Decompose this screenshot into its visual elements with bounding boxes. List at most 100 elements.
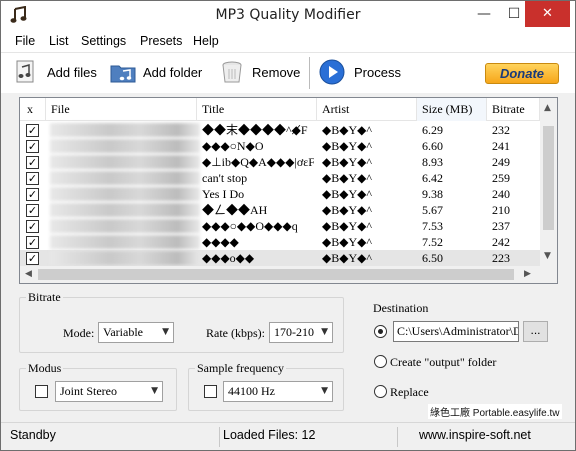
table-row[interactable]: ✓ ◆◆◆◆ ◆B◆Y◆^ 7.52 242 <box>20 234 540 250</box>
row-checkbox[interactable]: ✓ <box>26 124 39 137</box>
cell-title: can't stop <box>202 171 248 185</box>
cell-size: 8.93 <box>422 155 443 169</box>
column-header-check[interactable]: x <box>20 98 46 121</box>
status-loaded-files: Loaded Files: 12 <box>223 428 316 442</box>
sample-frequency-select[interactable]: 44100 Hz ▼ <box>223 381 333 402</box>
cell-artist: ◆B◆Y◆^ <box>322 203 372 217</box>
cell-artist: ◆B◆Y◆^ <box>322 187 372 201</box>
scroll-up-icon[interactable]: ▲ <box>544 103 551 113</box>
cell-artist: ◆B◆Y◆^ <box>322 171 372 185</box>
cell-artist: ◆B◆Y◆^ <box>322 123 372 137</box>
sample-frequency-checkbox[interactable] <box>204 385 217 398</box>
process-button[interactable]: Process <box>319 59 401 87</box>
table-row[interactable]: ✓ ◆◆◆○◆◆O◆◆◆q ◆B◆Y◆^ 7.53 237 <box>20 218 540 234</box>
chevron-down-icon: ▼ <box>151 386 158 396</box>
cell-size: 9.38 <box>422 187 443 201</box>
mode-value: Variable <box>103 325 143 339</box>
menu-help[interactable]: Help <box>193 34 219 48</box>
bitrate-legend: Bitrate <box>26 290 63 305</box>
table-row[interactable]: ✓ ◆◆末◆◆◆◆^◆̸F ◆B◆Y◆^ 6.29 232 <box>20 122 540 138</box>
replace-radio[interactable] <box>374 385 387 398</box>
destination-path-radio[interactable] <box>374 325 387 338</box>
file-name-redacted <box>50 171 200 185</box>
file-name-redacted <box>50 187 200 201</box>
sample-frequency-value: 44100 Hz <box>228 384 275 398</box>
row-checkbox[interactable]: ✓ <box>26 172 39 185</box>
row-checkbox[interactable]: ✓ <box>26 204 39 217</box>
remove-button[interactable]: Remove <box>219 59 301 87</box>
modus-select[interactable]: Joint Stereo ▼ <box>55 381 163 402</box>
column-header-artist[interactable]: Artist <box>317 98 417 121</box>
website-link[interactable]: www.inspire-soft.net <box>419 428 531 442</box>
cell-size: 6.29 <box>422 123 443 137</box>
cell-artist: ◆B◆Y◆^ <box>322 139 372 153</box>
add-folder-button[interactable]: Add folder <box>110 59 208 87</box>
column-header-file[interactable]: File <box>46 98 197 121</box>
file-name-redacted <box>50 203 200 217</box>
menu-file[interactable]: File <box>15 34 35 48</box>
file-name-redacted <box>50 219 200 233</box>
menu-list[interactable]: List <box>49 34 68 48</box>
table-row[interactable]: ✓ ◆ㄥ◆◆AH ◆B◆Y◆^ 5.67 210 <box>20 202 540 218</box>
status-divider <box>397 427 398 447</box>
table-row[interactable]: ✓ ◆◆◆○N◆O ◆B◆Y◆^ 6.60 241 <box>20 138 540 154</box>
cell-bitrate: 240 <box>492 187 510 201</box>
cell-artist: ◆B◆Y◆^ <box>322 155 372 169</box>
cell-title: ◆ㄥ◆◆AH <box>202 203 268 217</box>
menu-settings[interactable]: Settings <box>81 34 126 48</box>
scroll-right-icon[interactable]: ▶ <box>524 269 531 279</box>
toolbar-separator <box>309 57 310 89</box>
cell-title: ◆◆◆○N◆O <box>202 139 264 153</box>
table-row[interactable]: ✓ can't stop ◆B◆Y◆^ 6.42 259 <box>20 170 540 186</box>
mode-select[interactable]: Variable ▼ <box>98 322 174 343</box>
cell-artist: ◆B◆Y◆^ <box>322 235 372 249</box>
horizontal-scrollbar[interactable]: ◀ ▶ <box>20 266 557 283</box>
scroll-down-icon[interactable]: ▼ <box>544 251 551 261</box>
table-row[interactable]: ✓ ◆◆◆o◆◆ ◆B◆Y◆^ 6.50 223 <box>20 250 540 266</box>
row-checkbox[interactable]: ✓ <box>26 220 39 233</box>
cell-bitrate: 210 <box>492 203 510 217</box>
cell-title: ◆◆◆◆ <box>202 235 239 249</box>
horizontal-scroll-thumb[interactable] <box>38 269 514 280</box>
destination-path-field[interactable]: C:\Users\Administrator\D <box>393 321 519 342</box>
file-list[interactable]: x File Title Artist Size (MB) Bitrate ✓ … <box>19 97 558 284</box>
create-output-radio[interactable] <box>374 355 387 368</box>
column-header-size[interactable]: Size (MB) <box>417 98 487 121</box>
browse-button[interactable]: ... <box>523 321 548 342</box>
menu-bar: File List Settings Presets Help <box>1 31 575 53</box>
add-files-icon <box>16 60 34 83</box>
menu-presets[interactable]: Presets <box>140 34 182 48</box>
rate-select[interactable]: 170-210 ▼ <box>269 322 333 343</box>
remove-label: Remove <box>252 65 301 80</box>
donate-button[interactable]: Donate <box>485 63 559 84</box>
row-checkbox[interactable]: ✓ <box>26 188 39 201</box>
column-header-bitrate[interactable]: Bitrate <box>487 98 540 121</box>
cell-artist: ◆B◆Y◆^ <box>322 219 372 233</box>
scroll-left-icon[interactable]: ◀ <box>25 269 32 279</box>
destination-legend: Destination <box>371 301 431 316</box>
close-button[interactable]: ✕ <box>525 1 570 27</box>
rate-label: Rate (kbps): <box>206 326 265 340</box>
add-files-button[interactable]: Add files <box>13 59 99 87</box>
modus-checkbox[interactable] <box>35 385 48 398</box>
modus-value: Joint Stereo <box>60 384 117 398</box>
watermark-text: 綠色工廠 Portable.easylife.tw <box>428 404 562 419</box>
create-output-label: Create "output" folder <box>390 355 497 369</box>
minimize-button[interactable]: — <box>469 1 499 27</box>
row-checkbox[interactable]: ✓ <box>26 156 39 169</box>
row-checkbox[interactable]: ✓ <box>26 140 39 153</box>
cell-size: 6.60 <box>422 139 443 153</box>
vertical-scrollbar[interactable]: ▲ ▼ <box>540 98 557 266</box>
table-row[interactable]: ✓ Yes I Do ◆B◆Y◆^ 9.38 240 <box>20 186 540 202</box>
table-row[interactable]: ✓ ◆⊥ib◆Q◆A◆◆◆|ơɛF ◆B◆Y◆^ 8.93 249 <box>20 154 540 170</box>
row-checkbox[interactable]: ✓ <box>26 252 39 265</box>
play-icon <box>319 59 345 85</box>
cell-size: 6.50 <box>422 251 443 265</box>
cell-size: 5.67 <box>422 203 443 217</box>
title-bar: MP3 Quality Modifier — ☐ ✕ <box>1 1 575 31</box>
row-checkbox[interactable]: ✓ <box>26 236 39 249</box>
column-header-title[interactable]: Title <box>197 98 317 121</box>
cell-bitrate: 259 <box>492 171 510 185</box>
vertical-scroll-thumb[interactable] <box>543 126 554 230</box>
app-window: MP3 Quality Modifier — ☐ ✕ File List Set… <box>0 0 576 451</box>
